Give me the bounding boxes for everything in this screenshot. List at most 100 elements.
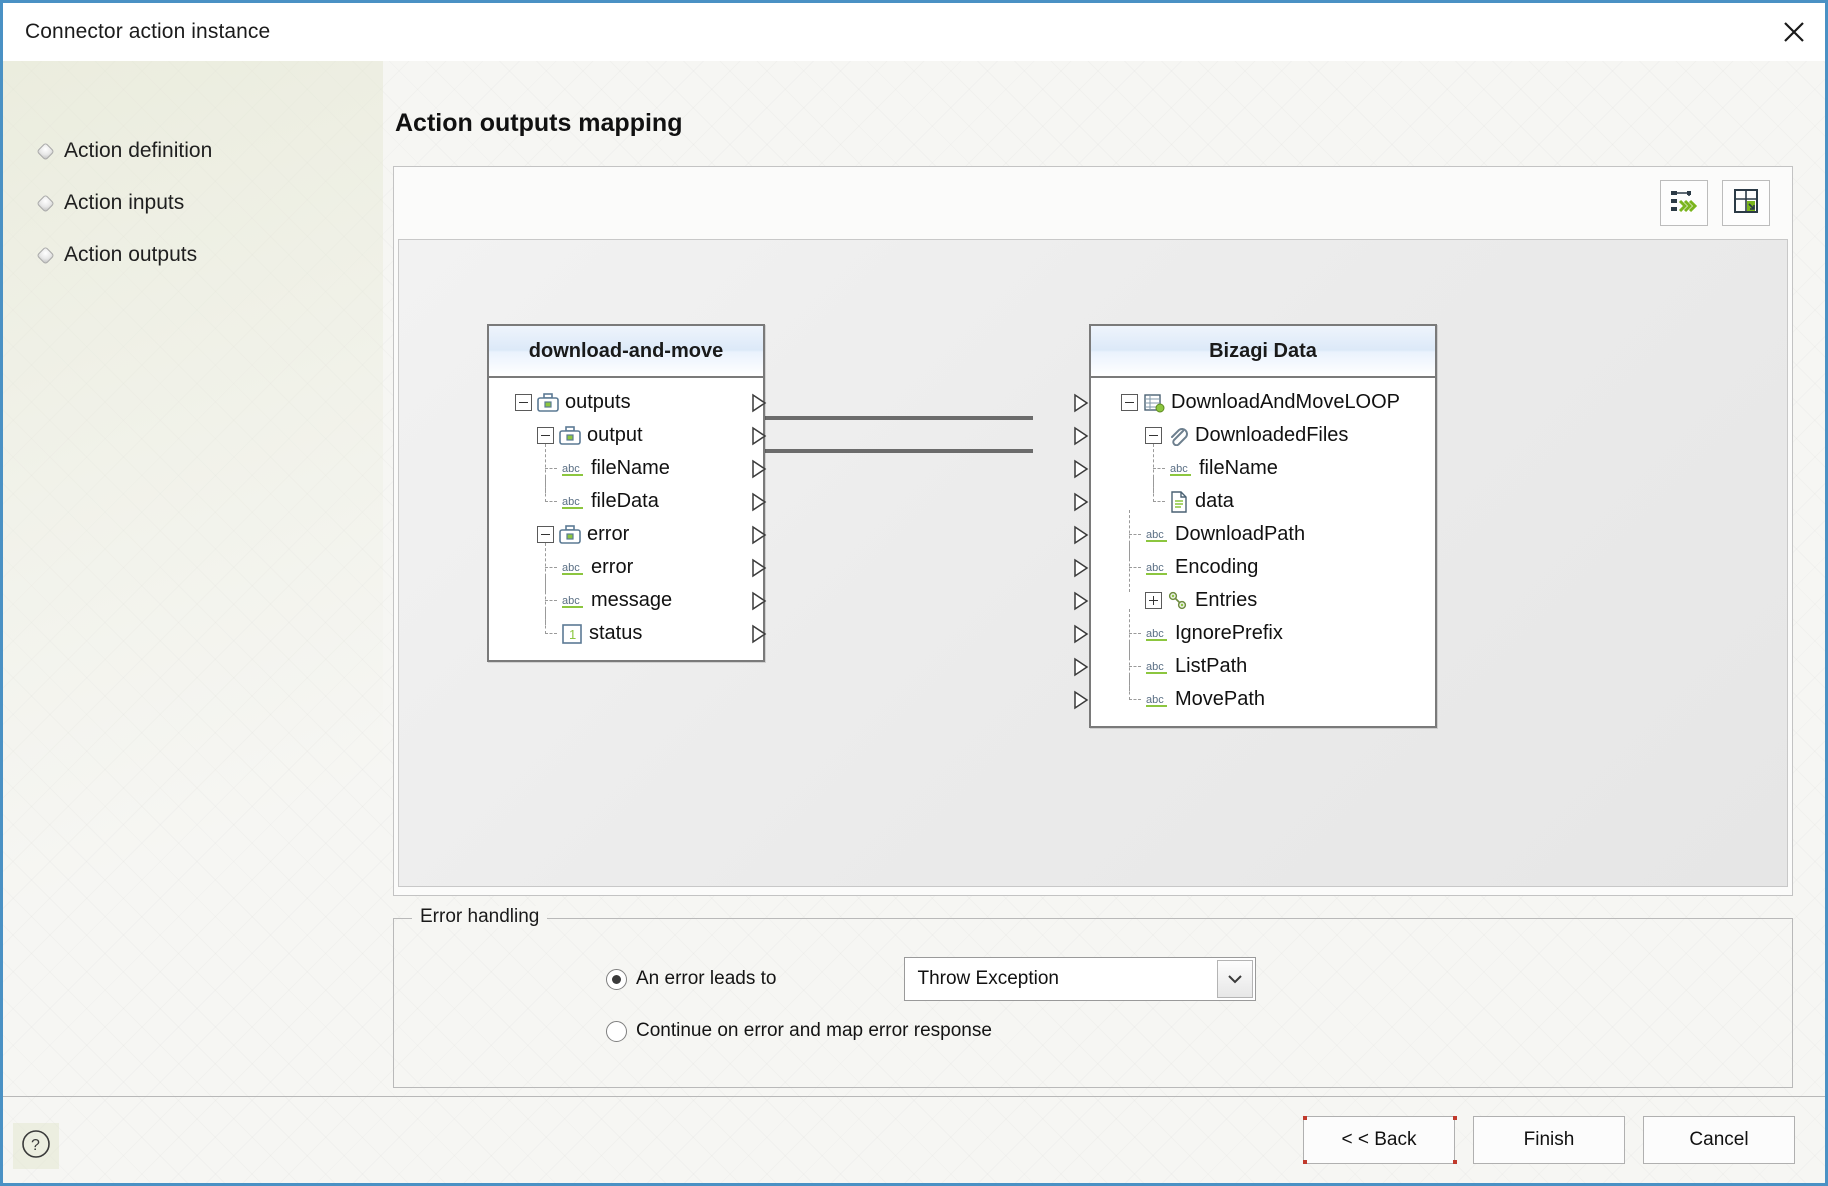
target-port[interactable] [1073,657,1089,677]
tree-node-label: DownloadedFiles [1195,424,1349,446]
source-port[interactable] [751,591,767,611]
target-port[interactable] [1073,558,1089,578]
chevron-down-icon[interactable] [1217,960,1254,998]
radio-continue-on-error[interactable] [606,1020,627,1042]
cancel-button[interactable]: Cancel [1643,1116,1795,1164]
radio-label-an-error-leads-to[interactable]: An error leads to [636,968,776,990]
target-port[interactable] [1073,690,1089,710]
table-row[interactable]: outputs [489,386,767,419]
sidebar-item-action-definition[interactable]: Action definition [36,139,329,163]
briefcase-icon [537,392,559,413]
svg-text:abc: abc [1146,529,1164,541]
table-row[interactable]: error [489,518,767,551]
svg-text:1: 1 [569,627,576,642]
tree-guide [1125,510,1145,559]
window-titlebar: Connector action instance [3,3,1825,61]
expand-expander-icon[interactable] [1145,592,1162,609]
target-port[interactable] [1073,525,1089,545]
file-document-icon [1169,490,1189,513]
mapping-toolbar [394,167,1792,239]
number-one-icon: 1 [561,623,583,644]
source-port[interactable] [751,492,767,512]
source-port[interactable] [751,393,767,413]
tree-node-label: error [591,556,634,578]
table-row[interactable]: abc ListPath [1074,642,1435,691]
source-tree-body: outputs output abc fileName abc fileData… [489,378,767,660]
table-row[interactable]: abc DownloadPath [1074,510,1435,559]
target-port[interactable] [1073,426,1089,446]
table-row[interactable]: abc fileName [1074,444,1435,493]
table-row[interactable]: DownloadAndMoveLOOP [1074,386,1435,419]
target-port[interactable] [1073,624,1089,644]
collapse-expander-icon[interactable] [1145,427,1162,444]
table-row[interactable]: output [489,419,767,452]
table-row[interactable]: abc message [489,576,767,625]
tree-node-label: Encoding [1175,556,1259,578]
tree-guide [1125,543,1145,592]
svg-text:abc: abc [562,496,580,508]
dialog-body: Action definition Action inputs Action o… [3,61,1825,1183]
table-row[interactable]: abc Encoding [1074,543,1435,592]
abc-icon: abc [1145,658,1169,676]
sidebar-item-action-outputs[interactable]: Action outputs [36,243,329,267]
table-row[interactable]: abc MovePath [1074,675,1435,716]
table-row[interactable]: abc IgnorePrefix [1074,609,1435,658]
svg-text:abc: abc [1146,694,1164,706]
collapse-expander-icon[interactable] [515,394,532,411]
finish-button[interactable]: Finish [1473,1116,1625,1164]
table-row[interactable]: abc error [489,543,767,592]
error-action-select[interactable]: Throw Exception [904,957,1257,1001]
abc-icon: abc [1145,559,1169,577]
target-port[interactable] [1073,591,1089,611]
tree-node-label: DownloadPath [1175,523,1306,545]
abc-icon: abc [561,493,585,511]
table-row[interactable]: abc fileName [489,444,767,493]
table-row[interactable]: 1 status [489,609,767,650]
tree-node-label: error [587,523,630,545]
auto-map-button[interactable] [1660,180,1708,226]
paperclip-icon [1167,426,1189,446]
page-title: Action outputs mapping [395,109,683,137]
table-row[interactable]: abc fileData [489,477,767,518]
source-port[interactable] [751,525,767,545]
tree-guide [541,543,561,592]
error-handling-group: Error handling An error leads to Throw E… [393,906,1793,1088]
window-title: Connector action instance [25,20,271,43]
tree-node-label: outputs [565,391,631,413]
collapse-expander-icon[interactable] [1121,394,1138,411]
tree-guide [541,576,561,625]
radio-label-continue-on-error[interactable]: Continue on error and map error response [636,1020,992,1042]
expand-all-button[interactable] [1722,180,1770,226]
tree-guide [541,477,561,518]
tree-node-label: Entries [1195,589,1258,611]
source-port[interactable] [751,426,767,446]
target-port[interactable] [1073,492,1089,512]
source-port[interactable] [751,558,767,578]
target-port[interactable] [1073,393,1089,413]
tree-node-label: DownloadAndMoveLOOP [1171,391,1401,413]
abc-icon: abc [1145,526,1169,544]
table-row[interactable]: data [1074,477,1435,518]
source-port[interactable] [751,624,767,644]
collapse-expander-icon[interactable] [537,427,554,444]
close-button[interactable] [1763,4,1825,60]
tree-guide [1149,477,1169,518]
sidebar-item-label: Action inputs [64,191,185,214]
source-port[interactable] [751,459,767,479]
tree-node-label: fileName [1199,457,1278,479]
radio-an-error-leads-to[interactable] [606,968,627,990]
collapse-expander-icon[interactable] [537,526,554,543]
wizard-step-nav: Action definition Action inputs Action o… [36,139,329,295]
abc-icon: abc [561,559,585,577]
step-bullet-icon [36,141,55,161]
tree-node-label: message [591,589,673,611]
target-port[interactable] [1073,459,1089,479]
table-row[interactable]: Entries [1074,584,1435,617]
svg-text:abc: abc [1146,661,1164,673]
abc-icon: abc [561,460,585,478]
table-row[interactable]: DownloadedFiles [1074,419,1435,452]
abc-icon: abc [1145,625,1169,643]
back-button[interactable]: < < Back [1303,1116,1455,1164]
sidebar-item-action-inputs[interactable]: Action inputs [36,191,329,215]
mapping-canvas: download-and-move outputs output abc fil… [398,239,1788,887]
